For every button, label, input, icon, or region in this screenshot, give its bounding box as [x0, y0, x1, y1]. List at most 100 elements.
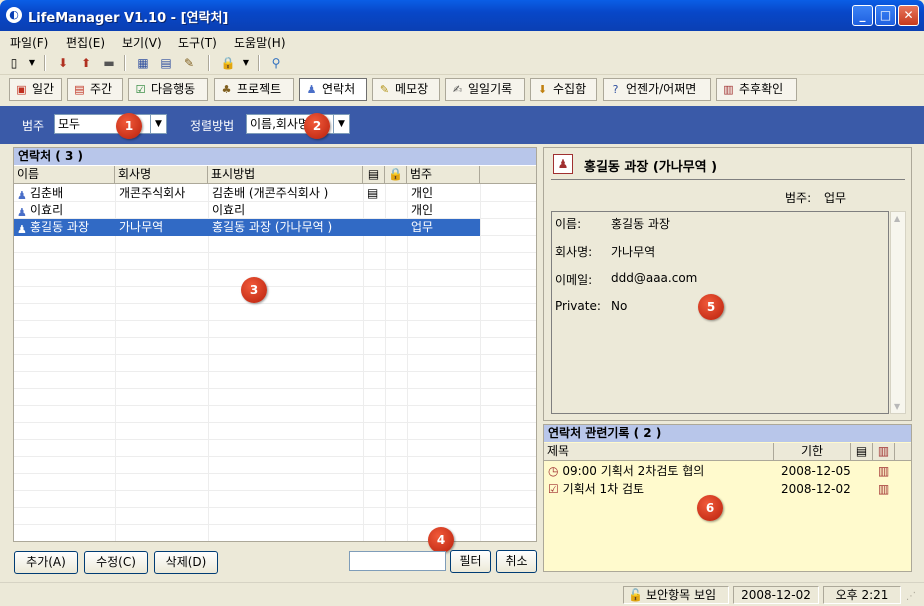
calendar-week-icon: ▤ — [74, 83, 85, 96]
note-icon: ▤ — [367, 186, 379, 200]
contacts-header: 연락처 ( 3 ) — [14, 148, 536, 165]
title-bar[interactable]: ◐ LifeManager V1.10 - [연락처] _ □ ✕ — [0, 0, 924, 31]
delete-button[interactable]: 삭제(D) — [154, 551, 218, 574]
grid-line — [407, 184, 408, 541]
maximize-button[interactable]: □ — [875, 5, 896, 26]
journal-icon: ✍ — [452, 83, 463, 96]
task-icon: ☑ — [548, 482, 559, 496]
chevron-down-icon[interactable]: ▼ — [333, 115, 349, 133]
status-date: 2008-12-02 — [733, 586, 819, 604]
menu-file[interactable]: 파일(F) — [10, 34, 48, 51]
list-item[interactable]: ◷ 09:00 기획서 2차검토 협의 2008-12-05 ▥ — [548, 463, 908, 480]
inbox-icon: ⬇ — [537, 83, 548, 96]
divider — [551, 179, 905, 180]
view-weekly-button[interactable]: ▤ 주간 — [67, 78, 123, 101]
menu-edit[interactable]: 편집(E) — [66, 34, 105, 51]
column-note[interactable]: ▤ — [363, 166, 385, 184]
wrench-icon[interactable]: ✎ — [181, 55, 197, 71]
view-memo-button[interactable]: ✎ 메모장 — [372, 78, 440, 101]
view-contacts-button[interactable]: ♟ 연락처 — [299, 78, 367, 101]
sort-label: 정렬방법 — [190, 119, 235, 133]
window-title: LifeManager V1.10 - [연락처] — [28, 11, 229, 26]
view-daily-button[interactable]: ▣ 일간 — [9, 78, 62, 101]
column-company[interactable]: 회사명 — [115, 166, 208, 184]
standard-toolbar: ▯ ▼ ⬇ ⬆ ▬ ▦ ▤ ✎ 🔒 ▼ ⚲ — [0, 51, 924, 75]
column-category[interactable]: 범주 — [407, 166, 480, 184]
marker-4: 4 — [428, 527, 454, 553]
grid-line — [14, 439, 536, 440]
chevron-down-icon[interactable]: ▼ — [150, 115, 166, 133]
grid-line — [14, 473, 536, 474]
export-icon[interactable]: ⬆ — [78, 55, 94, 71]
close-button[interactable]: ✕ — [898, 5, 919, 26]
view-project-button[interactable]: ♣ 프로젝트 — [214, 78, 294, 101]
column-due[interactable]: 기한 — [774, 443, 851, 461]
menu-help[interactable]: 도움말(H) — [234, 34, 286, 51]
view-toolbar: ▣ 일간 ▤ 주간 ☑ 다음행동 ♣ 프로젝트 ♟ 연락처 ✎ 메모장 ✍ 일일기록 ⬇ 수집함… — [0, 76, 924, 104]
view-followup-button[interactable]: ▥ 추후확인 — [716, 78, 797, 101]
drive-icon[interactable]: ▬ — [101, 55, 117, 71]
detail-scrollbar[interactable]: ▲ ▼ — [890, 211, 906, 414]
marker-1: 1 — [116, 113, 142, 139]
table-row[interactable]: ♟ 이효리 이효리 개인 — [14, 202, 480, 219]
marker-3: 3 — [241, 277, 267, 303]
resize-grip-icon[interactable]: ⋰ — [906, 591, 920, 605]
filter-input[interactable] — [349, 551, 446, 571]
detail-title: 홍길동 과장 (가나무역 ) — [584, 160, 718, 175]
toolbar-separator — [44, 55, 46, 71]
lock-icon[interactable]: 🔒 — [220, 55, 236, 71]
minimize-button[interactable]: _ — [852, 5, 873, 26]
person-icon: ♟ — [17, 223, 27, 235]
view-journal-button[interactable]: ✍ 일일기록 — [445, 78, 525, 101]
add-button[interactable]: 추가(A) — [14, 551, 78, 574]
sort-select[interactable]: 이름,회사명 ▼ — [246, 114, 350, 134]
scroll-down-icon[interactable]: ▼ — [894, 402, 900, 411]
grid-line — [14, 456, 536, 457]
grid-line — [14, 337, 536, 338]
list-item[interactable]: ☑ 기획서 1차 검토 2008-12-02 ▥ — [548, 481, 908, 498]
view-next-action-button[interactable]: ☑ 다음행동 — [128, 78, 208, 101]
import-icon[interactable]: ⬇ — [55, 55, 71, 71]
edit-button[interactable]: 수정(C) — [84, 551, 148, 574]
filter-button[interactable]: 필터 — [450, 550, 491, 573]
view-someday-button[interactable]: ? 언젠가/어쩌면 — [603, 78, 711, 101]
view-inbox-button[interactable]: ⬇ 수집함 — [530, 78, 597, 101]
contact-link-icon: ▥ — [878, 482, 890, 496]
grid-line — [14, 524, 536, 525]
book-icon[interactable]: ▤ — [158, 55, 174, 71]
cancel-button[interactable]: 취소 — [496, 550, 537, 573]
dropdown-arrow-icon[interactable]: ▼ — [24, 55, 40, 71]
column-name[interactable]: 이름 — [14, 166, 115, 184]
related-header: 연락처 관련기록 ( 2 ) — [544, 425, 911, 442]
search-icon[interactable]: ⚲ — [268, 55, 284, 71]
grid-icon[interactable]: ▦ — [135, 55, 151, 71]
grid-line — [14, 286, 536, 287]
category-label: 범주 — [22, 119, 45, 133]
app-icon[interactable]: ◐ — [6, 7, 22, 23]
grid-line — [14, 371, 536, 372]
calendar-day-icon: ▣ — [16, 83, 27, 96]
menu-tools[interactable]: 도구(T) — [178, 34, 217, 51]
table-row[interactable]: ♟ 김춘배 개콘주식회사 김춘배 (개콘주식회사 ) ▤ 개인 — [14, 185, 480, 202]
new-document-icon[interactable]: ▯ — [6, 55, 22, 71]
question-icon: ? — [612, 83, 619, 96]
column-note[interactable]: ▤ — [851, 443, 873, 461]
column-display[interactable]: 표시방법 — [208, 166, 363, 184]
menu-view[interactable]: 보기(V) — [122, 34, 162, 51]
grid-line — [14, 320, 536, 321]
marker-2: 2 — [304, 113, 330, 139]
column-title[interactable]: 제목 — [544, 443, 774, 461]
column-link[interactable]: ▥ — [873, 443, 895, 461]
contact-detail-panel: ♟ 홍길동 과장 (가나무역 ) 범주: 업무 이름: 홍길동 과장 회사명: … — [543, 147, 912, 421]
grid-line — [115, 184, 116, 541]
dropdown-arrow-icon[interactable]: ▼ — [238, 55, 254, 71]
column-lock[interactable]: 🔒 — [385, 166, 407, 184]
grid-line — [14, 388, 536, 389]
toolbar-separator — [258, 55, 260, 71]
category-select[interactable]: 모두 ▼ — [54, 114, 167, 134]
appointment-icon: ◷ — [548, 464, 559, 478]
lock-icon: 🔓 — [628, 588, 643, 602]
table-row-selected[interactable]: ♟ 홍길동 과장 가나무역 홍길동 과장 (가나무역 ) 업무 — [14, 219, 480, 236]
followup-icon: ▥ — [723, 83, 734, 96]
scroll-up-icon[interactable]: ▲ — [894, 214, 900, 223]
